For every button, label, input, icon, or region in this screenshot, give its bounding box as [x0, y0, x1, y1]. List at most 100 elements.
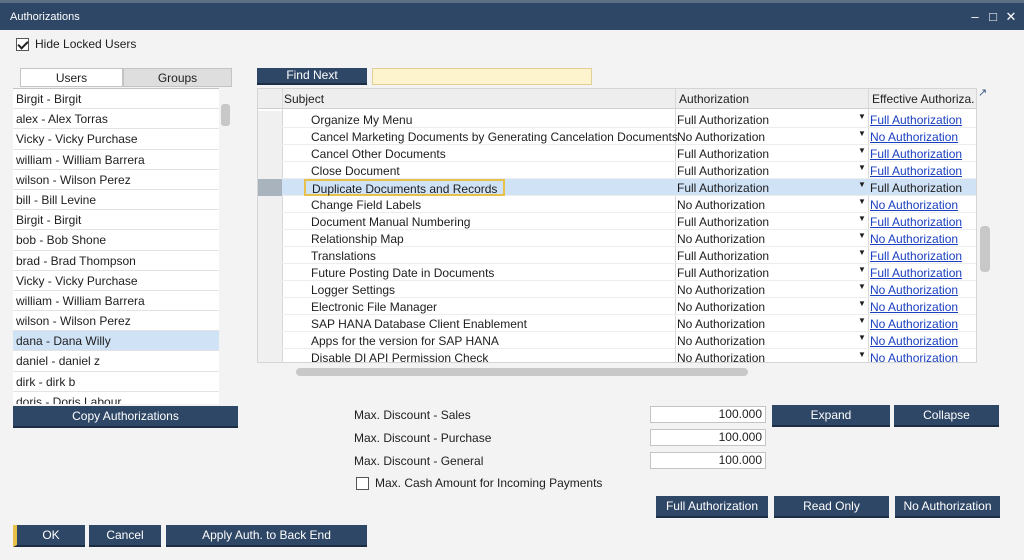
- row-header[interactable]: [258, 315, 282, 332]
- dropdown-arrow-icon[interactable]: ▼: [858, 333, 866, 342]
- row-effective-link[interactable]: No Authorization: [870, 283, 958, 297]
- dropdown-arrow-icon[interactable]: ▼: [858, 180, 866, 189]
- close-icon[interactable]: ✕: [1004, 10, 1018, 24]
- list-item[interactable]: alex - Alex Torras: [13, 109, 219, 130]
- list-item[interactable]: william - William Barrera: [13, 150, 219, 170]
- row-authorization[interactable]: Full Authorization: [677, 147, 769, 161]
- list-item[interactable]: bill - Bill Levine: [13, 190, 219, 211]
- row-header[interactable]: [258, 145, 282, 162]
- minimize-icon[interactable]: –: [968, 10, 982, 24]
- copy-authorizations-button[interactable]: Copy Authorizations: [13, 406, 238, 428]
- list-item[interactable]: dirk - dirk b: [13, 372, 219, 392]
- table-row[interactable]: Electronic File Manager No Authorization ▼…: [258, 298, 976, 315]
- max-cash-amount[interactable]: Max. Cash Amount for Incoming Payments: [356, 476, 602, 490]
- read-only-button[interactable]: Read Only: [774, 496, 889, 518]
- row-effective-link[interactable]: Full Authorization: [870, 164, 962, 178]
- table-row[interactable]: SAP HANA Database Client Enablement No Au…: [258, 315, 976, 332]
- row-effective-link[interactable]: No Authorization: [870, 130, 958, 144]
- table-row[interactable]: Document Manual Numbering Full Authorizat…: [258, 213, 976, 230]
- users-scrollbar[interactable]: [219, 88, 232, 404]
- table-row[interactable]: Change Field Labels No Authorization ▼ No A…: [258, 196, 976, 213]
- row-effective-link[interactable]: No Authorization: [870, 351, 958, 362]
- row-header[interactable]: [258, 179, 282, 196]
- hide-locked-users-checkbox[interactable]: [16, 37, 29, 51]
- ok-button[interactable]: OK: [13, 525, 85, 547]
- dropdown-arrow-icon[interactable]: ▼: [858, 214, 866, 223]
- row-header[interactable]: [258, 349, 282, 362]
- row-authorization[interactable]: Full Authorization: [677, 181, 769, 195]
- row-authorization[interactable]: No Authorization: [677, 351, 765, 362]
- grid-scrollbar[interactable]: [980, 226, 990, 272]
- table-row[interactable]: Future Posting Date in Documents Full Aut…: [258, 264, 976, 281]
- list-item[interactable]: wilson - Wilson Perez: [13, 170, 219, 190]
- collapse-button[interactable]: Collapse: [894, 405, 999, 427]
- list-item[interactable]: brad - Brad Thompson: [13, 251, 219, 271]
- expand-grid-icon[interactable]: ↗: [978, 86, 987, 99]
- row-header[interactable]: [258, 247, 282, 264]
- row-authorization[interactable]: Full Authorization: [677, 249, 769, 263]
- row-authorization[interactable]: Full Authorization: [677, 215, 769, 229]
- row-header[interactable]: [258, 264, 282, 281]
- list-item[interactable]: Vicky - Vicky Purchase: [13, 129, 219, 150]
- apply-auth-back-end-button[interactable]: Apply Auth. to Back End: [166, 525, 367, 547]
- table-row[interactable]: Relationship Map No Authorization ▼ No Auth…: [258, 230, 976, 247]
- row-effective-link[interactable]: No Authorization: [870, 317, 958, 331]
- row-header[interactable]: [258, 196, 282, 213]
- table-row[interactable]: Cancel Other Documents Full Authorization…: [258, 145, 976, 162]
- max-discount-purchase-field[interactable]: 100.000: [650, 429, 766, 446]
- hide-locked-users[interactable]: Hide Locked Users: [16, 37, 136, 51]
- table-row[interactable]: Disable DI API Permission Check No Author…: [258, 349, 976, 362]
- row-effective-link[interactable]: Full Authorization: [870, 147, 962, 161]
- row-header[interactable]: [258, 128, 282, 145]
- dropdown-arrow-icon[interactable]: ▼: [858, 299, 866, 308]
- grid-horizontal-scrollbar[interactable]: [296, 368, 748, 376]
- row-effective-link[interactable]: Full Authorization: [870, 266, 962, 280]
- find-next-input[interactable]: [372, 68, 592, 85]
- row-authorization[interactable]: Full Authorization: [677, 164, 769, 178]
- tab-groups[interactable]: Groups: [123, 68, 232, 87]
- column-header-authorization[interactable]: Authorization: [679, 92, 749, 106]
- list-item[interactable]: Vicky - Vicky Purchase: [13, 271, 219, 291]
- row-authorization[interactable]: No Authorization: [677, 232, 765, 246]
- row-header[interactable]: [258, 162, 282, 179]
- dropdown-arrow-icon[interactable]: ▼: [858, 129, 866, 138]
- row-header[interactable]: [258, 230, 282, 247]
- table-row[interactable]: Translations Full Authorization ▼ Full Auth…: [258, 247, 976, 264]
- max-discount-general-field[interactable]: 100.000: [650, 452, 766, 469]
- table-row-selected[interactable]: Duplicate Documents and Records Full Auth…: [258, 179, 976, 196]
- users-scrollbar-thumb[interactable]: [221, 104, 230, 126]
- row-header[interactable]: [258, 213, 282, 230]
- dropdown-arrow-icon[interactable]: ▼: [858, 163, 866, 172]
- row-authorization[interactable]: No Authorization: [677, 283, 765, 297]
- maximize-icon[interactable]: □: [986, 10, 1000, 24]
- tab-users[interactable]: Users: [20, 68, 123, 87]
- row-effective-link[interactable]: No Authorization: [870, 198, 958, 212]
- list-item-selected[interactable]: dana - Dana Willy: [13, 331, 219, 352]
- row-authorization[interactable]: No Authorization: [677, 334, 765, 348]
- column-header-subject[interactable]: Subject: [284, 92, 324, 106]
- find-next-button[interactable]: Find Next: [257, 68, 367, 85]
- row-header[interactable]: [258, 281, 282, 298]
- row-effective-link[interactable]: Full Authorization: [870, 249, 962, 263]
- row-authorization[interactable]: Full Authorization: [677, 266, 769, 280]
- row-header[interactable]: [258, 332, 282, 349]
- expand-button[interactable]: Expand: [772, 405, 890, 427]
- list-item[interactable]: william - William Barrera: [13, 291, 219, 312]
- table-row[interactable]: Close Document Full Authorization ▼ Full Au…: [258, 162, 976, 179]
- max-cash-amount-checkbox[interactable]: [356, 476, 369, 490]
- dropdown-arrow-icon[interactable]: ▼: [858, 350, 866, 359]
- row-effective-link[interactable]: Full Authorization: [870, 181, 962, 195]
- cancel-button[interactable]: Cancel: [89, 525, 161, 547]
- dropdown-arrow-icon[interactable]: ▼: [858, 197, 866, 206]
- list-item[interactable]: bob - Bob Shone: [13, 230, 219, 251]
- row-effective-link[interactable]: No Authorization: [870, 334, 958, 348]
- full-authorization-button[interactable]: Full Authorization: [656, 496, 768, 518]
- table-row[interactable]: Logger Settings No Authorization ▼ No Autho…: [258, 281, 976, 298]
- row-header[interactable]: [258, 298, 282, 315]
- row-authorization[interactable]: No Authorization: [677, 130, 765, 144]
- list-item[interactable]: doris - Doris Labour: [13, 392, 219, 404]
- row-effective-link[interactable]: No Authorization: [870, 300, 958, 314]
- row-effective-link[interactable]: Full Authorization: [870, 215, 962, 229]
- table-row[interactable]: Apps for the version for SAP HANA No Auth…: [258, 332, 976, 349]
- column-header-effective[interactable]: Effective Authoriza...: [872, 92, 974, 106]
